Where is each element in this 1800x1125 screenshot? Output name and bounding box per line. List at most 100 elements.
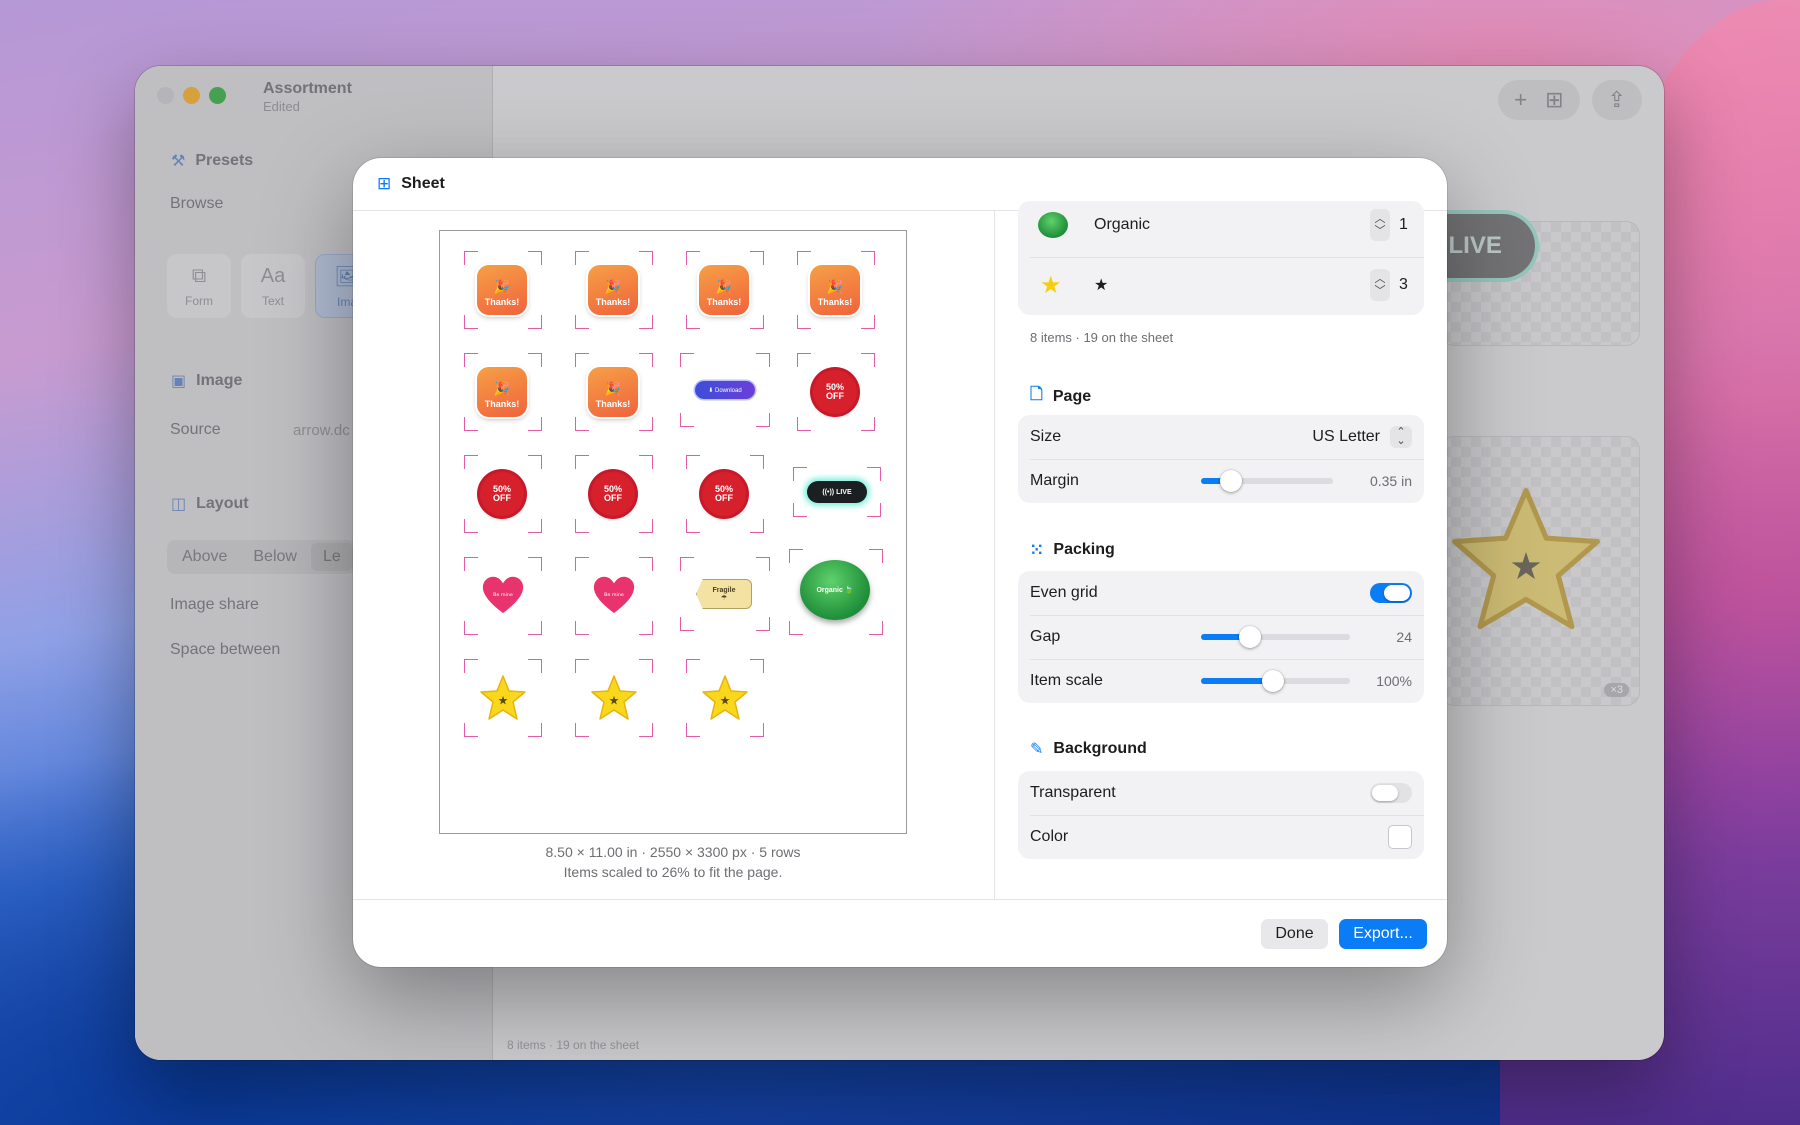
sticker-organic: Organic 🍃: [789, 549, 883, 635]
svg-text:★: ★: [609, 694, 620, 708]
crop-mark: [464, 621, 478, 635]
crop-mark: [750, 251, 764, 265]
chevron-down-icon[interactable]: ﹀: [1375, 225, 1386, 237]
settings-pane: Organic ︿ ﹀ 1 ★ ★ ︿ ﹀ 3 8 items · 19 on th…: [995, 201, 1447, 899]
thanks-sticker: 🎉 Thanks!: [477, 265, 527, 315]
gap-row: Gap 24: [1018, 615, 1424, 659]
thanks-sticker: 🎉 Thanks!: [699, 265, 749, 315]
crop-mark: [686, 723, 700, 737]
sticker-thanks: 🎉 Thanks!: [464, 353, 542, 431]
sticker-fragile: Fragile ☂: [680, 557, 770, 631]
done-button[interactable]: Done: [1261, 919, 1328, 949]
download-sticker: ⬇ Download: [695, 381, 755, 399]
sale-sticker: 50% OFF: [591, 472, 635, 516]
crop-mark: [756, 617, 770, 631]
chevron-up-icon[interactable]: ︿: [1375, 213, 1386, 225]
slider-knob[interactable]: [1261, 670, 1284, 692]
organic-sticker: Organic 🍃: [800, 560, 870, 620]
crop-mark: [639, 621, 653, 635]
crop-mark: [575, 557, 589, 571]
export-button[interactable]: Export...: [1339, 919, 1427, 949]
transparent-toggle[interactable]: [1370, 783, 1412, 803]
crop-mark: [756, 353, 770, 367]
slider-knob[interactable]: [1220, 470, 1243, 492]
crop-mark: [464, 455, 478, 469]
list-item-star[interactable]: ★ ★ ︿ ﹀ 3: [1018, 263, 1424, 307]
gap-slider[interactable]: [1201, 626, 1350, 648]
crop-mark: [869, 549, 883, 563]
packing-section-title: Packing: [1053, 541, 1115, 558]
crop-mark: [464, 519, 478, 533]
chevron-down-icon[interactable]: ﹀: [1375, 285, 1386, 297]
sticker-thanks: 🎉 Thanks!: [686, 251, 764, 329]
slider-knob[interactable]: [1239, 626, 1262, 648]
sale-sticker: 50% OFF: [480, 472, 524, 516]
background-settings-group: Transparent Color: [1018, 771, 1424, 859]
crop-mark: [575, 315, 589, 329]
crop-mark: [464, 315, 478, 329]
page-info-dimensions: 8.50 × 11.00 in · 2550 × 3300 px · 5 row…: [545, 844, 801, 860]
items-list: Organic ︿ ﹀ 1 ★ ★ ︿ ﹀ 3: [1018, 201, 1424, 315]
item-count: 3: [1399, 276, 1408, 293]
crop-mark: [528, 353, 542, 367]
crop-mark: [789, 549, 803, 563]
margin-value: 0.35 in: [1369, 473, 1412, 489]
sheet-title: Sheet: [401, 175, 445, 192]
crop-mark: [861, 417, 875, 431]
star-sticker: ★: [589, 673, 639, 723]
crop-mark: [464, 417, 478, 431]
crop-mark: [756, 557, 770, 571]
heart-sticker: Be mine: [479, 572, 527, 620]
crop-mark: [867, 467, 881, 481]
svg-text:Be mine: Be mine: [604, 592, 624, 598]
crop-mark: [797, 353, 811, 367]
sticker-off: 50% OFF: [686, 455, 764, 533]
crop-mark: [750, 455, 764, 469]
size-select[interactable]: US Letter ⌃ ⌄: [1312, 426, 1412, 448]
background-section-header: ✎ Background: [1030, 739, 1147, 759]
sticker-star: ★: [686, 659, 764, 737]
crop-mark: [639, 455, 653, 469]
sticker-off: 50% OFF: [797, 353, 875, 431]
packing-settings-group: Even grid Gap 24 Item scale 100%: [1018, 571, 1424, 703]
crop-mark: [639, 519, 653, 533]
item-scale-slider[interactable]: [1201, 670, 1350, 692]
crop-mark: [680, 413, 694, 427]
crop-mark: [464, 723, 478, 737]
size-row: Size US Letter ⌃ ⌄: [1018, 415, 1424, 459]
even-grid-toggle[interactable]: [1370, 583, 1412, 603]
heart-sticker: Be mine: [590, 572, 638, 620]
crop-mark: [686, 315, 700, 329]
margin-slider[interactable]: [1201, 470, 1333, 492]
chevron-up-icon[interactable]: ︿: [1375, 273, 1386, 285]
crop-mark: [750, 519, 764, 533]
item-scale-row: Item scale 100%: [1018, 659, 1424, 703]
thanks-sticker: 🎉 Thanks!: [477, 367, 527, 417]
quantity-stepper[interactable]: ︿ ﹀: [1370, 209, 1390, 241]
crop-mark: [528, 659, 542, 673]
crop-mark: [528, 723, 542, 737]
crop-mark: [528, 455, 542, 469]
sticker-live: ((•)) LIVE: [793, 467, 881, 517]
crop-mark: [861, 251, 875, 265]
list-item-organic[interactable]: Organic ︿ ﹀ 1: [1018, 203, 1424, 247]
color-swatch[interactable]: [1388, 825, 1412, 849]
crop-mark: [793, 503, 807, 517]
crop-mark: [867, 503, 881, 517]
star-sticker: ★: [700, 673, 750, 723]
size-label: Size: [1030, 428, 1062, 445]
item-count: 1: [1399, 216, 1408, 233]
crop-mark: [528, 621, 542, 635]
crop-mark: [686, 251, 700, 265]
transparent-row: Transparent: [1018, 771, 1424, 815]
item-scale-value: 100%: [1376, 673, 1412, 689]
svg-text:Be mine: Be mine: [493, 592, 513, 598]
crop-mark: [464, 557, 478, 571]
page-preview: 🎉 Thanks! 🎉 Thanks! 🎉 Thanks! 🎉 Thanks! 🎉 Thanks!…: [439, 230, 907, 834]
crop-mark: [686, 455, 700, 469]
transparent-label: Transparent: [1030, 784, 1116, 801]
crop-mark: [750, 315, 764, 329]
quantity-stepper[interactable]: ︿ ﹀: [1370, 269, 1390, 301]
crop-mark: [861, 315, 875, 329]
crop-mark: [464, 353, 478, 367]
